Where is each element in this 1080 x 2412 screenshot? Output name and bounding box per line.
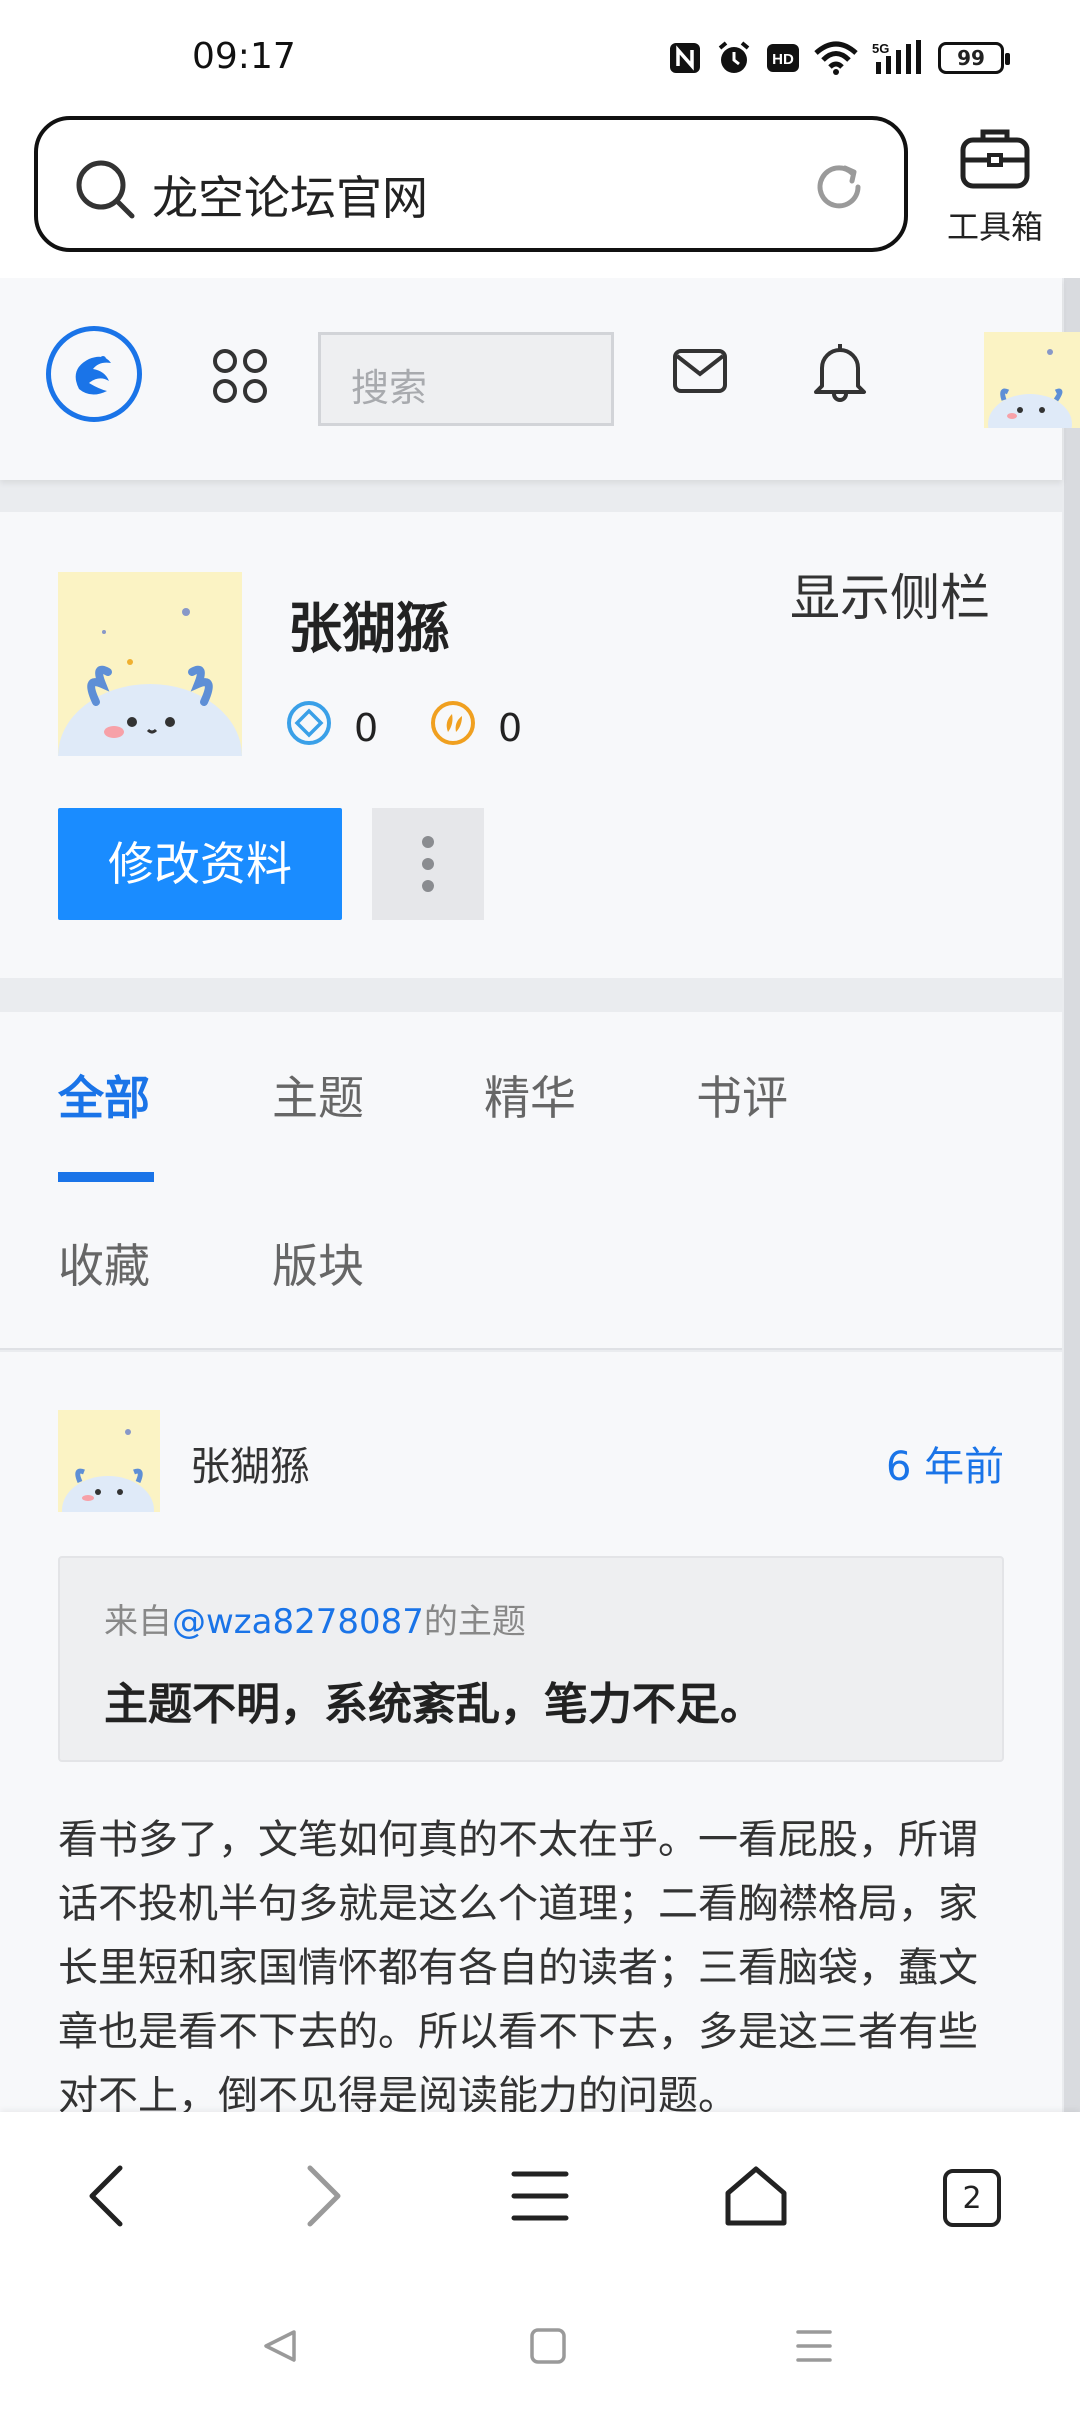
quoted-topic[interactable]: 来自@wza8278087的主题 主题不明，系统紊乱，笔力不足。 <box>58 1556 1004 1762</box>
tabs-count-icon: 2 <box>943 2169 1001 2227</box>
triangle-back-icon <box>260 2326 300 2370</box>
stat-coin: 0 <box>430 700 522 755</box>
system-nav-bar <box>0 2284 1080 2412</box>
toolbox-label: 工具箱 <box>946 208 1043 246</box>
home-icon <box>723 2165 789 2231</box>
quote-suffix: 的主题 <box>423 1602 526 1642</box>
diamond-icon <box>286 700 332 755</box>
menu-icon <box>510 2168 570 2228</box>
status-bar: 09:17 HD 5G 99 <box>0 0 1080 110</box>
svg-text:5G: 5G <box>872 41 889 56</box>
menu-button[interactable] <box>500 2158 580 2238</box>
system-menu-button[interactable] <box>784 2318 844 2378</box>
bell-icon[interactable] <box>812 340 868 406</box>
browser-bottom-nav: 2 <box>0 2112 1080 2284</box>
quote-prefix: 来自 <box>104 1602 172 1642</box>
apps-icon[interactable] <box>212 348 268 408</box>
dot-icon <box>422 858 434 870</box>
system-home-button[interactable] <box>518 2318 578 2378</box>
alarm-icon <box>716 38 752 78</box>
system-back-button[interactable] <box>250 2318 310 2378</box>
back-button[interactable] <box>66 2158 146 2238</box>
reload-icon[interactable] <box>812 160 866 218</box>
tab-reviews[interactable]: 书评 <box>696 1062 788 1128</box>
tab-topics[interactable]: 主题 <box>272 1062 364 1128</box>
profile-avatar[interactable] <box>58 572 242 828</box>
diamond-count: 0 <box>354 705 379 750</box>
toolbox-icon <box>959 129 1031 194</box>
browser-bar: 龙空论坛官网 工具箱 <box>0 110 1080 278</box>
tab-favorites[interactable]: 收藏 <box>58 1230 150 1296</box>
status-icons: HD 5G 99 <box>668 38 1010 78</box>
url-text[interactable]: 龙空论坛官网 <box>152 162 428 228</box>
dot-icon <box>422 880 434 892</box>
profile-name: 张猢猻 <box>288 597 450 660</box>
quote-user-link[interactable]: @wza8278087 <box>172 1602 424 1642</box>
tabs-button[interactable]: 2 <box>932 2158 1012 2238</box>
square-home-icon <box>528 2326 568 2370</box>
active-tab-indicator <box>58 1172 154 1182</box>
quote-title[interactable]: 主题不明，系统紊乱，笔力不足。 <box>104 1668 764 1732</box>
back-icon <box>86 2164 126 2232</box>
search-icon <box>74 158 136 224</box>
dot-icon <box>422 836 434 848</box>
svg-text:HD: HD <box>772 51 794 68</box>
more-options-button[interactable] <box>372 808 484 920</box>
forward-button[interactable] <box>284 2158 364 2238</box>
coin-count: 0 <box>498 705 523 750</box>
stat-diamond: 0 <box>286 700 378 755</box>
lines-menu-icon <box>794 2326 834 2370</box>
show-sidebar-link[interactable]: 显示侧栏 <box>790 558 990 630</box>
tab-featured[interactable]: 精华 <box>484 1062 576 1128</box>
site-search-input[interactable]: 搜索 <box>318 332 614 426</box>
user-avatar[interactable] <box>984 332 1080 428</box>
coin-icon <box>430 700 476 755</box>
url-box[interactable]: 龙空论坛官网 <box>34 116 908 252</box>
toolbox-button[interactable]: 工具箱 <box>940 124 1050 248</box>
tab-boards[interactable]: 版块 <box>272 1230 364 1296</box>
scrollbar-track[interactable] <box>1064 278 1080 2114</box>
status-time: 09:17 <box>192 36 296 77</box>
post-time: 6 年前 <box>886 1444 1005 1490</box>
forward-icon <box>304 2164 344 2232</box>
5g-signal-icon: 5G <box>872 38 924 78</box>
post-body: 看书多了，文笔如何真的不太在乎。一看屁股，所谓话不投机半句多就是这么个道理；二看… <box>58 1817 978 2112</box>
hd-icon: HD <box>766 38 800 78</box>
edit-profile-button[interactable]: 修改资料 <box>58 808 342 920</box>
tab-all[interactable]: 全部 <box>58 1062 150 1128</box>
home-button[interactable] <box>716 2158 796 2238</box>
post-author-avatar[interactable] <box>58 1410 160 1544</box>
battery-icon: 99 <box>938 42 1010 74</box>
site-header: 搜索 <box>0 278 1080 480</box>
mail-icon[interactable] <box>672 348 728 398</box>
post-author-name[interactable]: 张猢猻 <box>190 1434 310 1492</box>
wifi-icon <box>814 38 858 78</box>
nfc-icon <box>668 38 702 78</box>
site-logo[interactable] <box>46 326 142 422</box>
quote-source: 来自@wza8278087的主题 <box>104 1594 526 1643</box>
